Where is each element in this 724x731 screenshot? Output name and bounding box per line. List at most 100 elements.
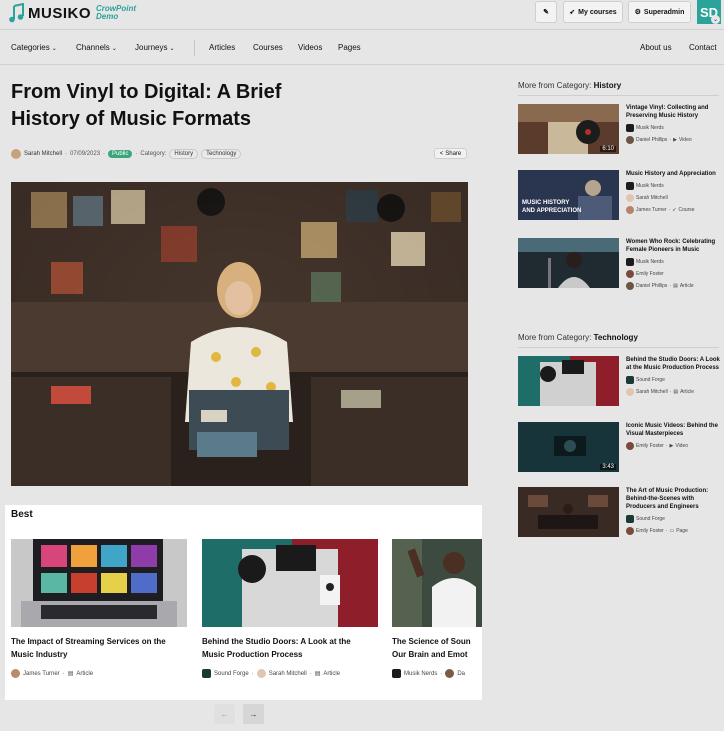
channel-name[interactable]: Musik Nerds [636,125,664,131]
nav-courses[interactable]: Courses [253,43,283,52]
author-name[interactable]: James Turner [23,671,60,677]
best-card[interactable]: Behind the Studio Doors: A Look at the M… [202,539,378,678]
hero-illustration [11,182,468,486]
sidebar-item[interactable]: 3:43 Iconic Music Videos: Behind the Vis… [518,422,720,474]
author-name[interactable]: Sarah Mitchell [636,195,668,201]
nav-categories[interactable]: Categories ⌄ [11,43,57,52]
nav-channels-label: Channels [76,43,110,52]
page-title: From Vinyl to Digital: A Brief History o… [11,81,282,130]
my-courses-button[interactable]: ➶ My courses [563,1,623,23]
content-type: Page [676,528,688,534]
sidebar-item-title[interactable]: Music History and Appreciation [626,170,720,178]
brand-logo[interactable]: MUSIKO CrowPoint Demo [9,3,136,23]
nav-journeys[interactable]: Journeys ⌄ [135,43,175,52]
author-name[interactable]: James Turner [636,207,667,213]
tag-technology[interactable]: Technology [201,149,242,159]
author-name[interactable]: Sarah Mitchell [636,389,668,395]
author-row: Daniel Phillips · ▤ Article [626,282,720,290]
card-thumbnail[interactable] [202,539,378,627]
heading-category[interactable]: History [594,81,622,90]
best-card[interactable]: The Science of Soun Our Brain and Emot M… [392,539,482,678]
sidebar-thumbnail[interactable] [518,487,619,537]
separator: · [669,283,672,289]
nav-contact[interactable]: Contact [689,43,717,52]
status-badge: Public [108,150,133,158]
channel-name[interactable]: Sound Forge [214,671,249,677]
channel-row: Musik Nerds [626,124,720,132]
heading-category[interactable]: Technology [594,333,638,342]
avatar-chevron-icon[interactable]: ⌄ [711,15,720,24]
sidebar-item-title[interactable]: Women Who Rock: Celebrating Female Pione… [626,238,720,254]
main-nav: Categories ⌄ Channels ⌄ Journeys ⌄ Articles… [0,31,724,65]
author-name[interactable]: Emily Foster [636,528,664,534]
nav-divider [194,40,195,56]
separator: · [65,151,68,157]
sidebar-thumbnail[interactable] [518,238,619,288]
superadmin-button[interactable]: ⚙ Superadmin [628,1,691,23]
card-title-line1: Behind the Studio Doors: A Look at the [202,637,351,646]
video-duration: 3:43 [600,464,616,470]
tag-history[interactable]: History [169,149,199,159]
sidebar-item[interactable]: 6:10 Vintage Vinyl: Collecting and Prese… [518,104,720,156]
sidebar-item-title[interactable]: Vintage Vinyl: Collecting and Preserving… [626,104,720,120]
next-button[interactable]: → [243,704,264,724]
sidebar-item[interactable]: MUSIC HISTORY AND APPRECIATION Music His… [518,170,720,222]
channel-name[interactable]: Sound Forge [636,377,665,383]
separator: · [62,670,65,677]
sidebar-thumbnail[interactable] [518,356,619,406]
author-row: James Turner · ➶ Course [626,206,720,214]
sidebar-thumbnail[interactable]: 3:43 [518,422,619,472]
divider [518,95,719,96]
nav-pages[interactable]: Pages [338,43,361,52]
author-row: Sarah Mitchell [626,194,720,202]
sidebar-item-title[interactable]: Behind the Studio Doors: A Look at the M… [626,356,720,372]
card-title-line2: Music Industry [11,650,68,659]
author-name[interactable]: Emily Foster [636,271,664,277]
nav-channels[interactable]: Channels ⌄ [76,43,117,52]
article-icon: ▤ [673,389,679,395]
sidebar-item-title[interactable]: Iconic Music Videos: Behind the Visual M… [626,422,720,438]
author-name[interactable]: Daniel Phillips [636,283,667,289]
nav-articles[interactable]: Articles [209,43,235,52]
nav-videos[interactable]: Videos [298,43,322,52]
card-title-line2: Music Production Process [202,650,303,659]
sidebar-item[interactable]: Women Who Rock: Celebrating Female Pione… [518,238,720,290]
channel-row: Musik Nerds [626,182,720,190]
channel-logo [626,515,634,523]
author-row: Emily Foster · ▶ Video [626,442,720,450]
card-title[interactable]: Behind the Studio Doors: A Look at the M… [202,635,378,661]
sidebar-item-title[interactable]: The Art of Music Production: Behind-the-… [626,487,720,511]
author-name[interactable]: Sarah Mitchell [24,151,62,157]
channel-name[interactable]: Musik Nerds [404,671,437,677]
channel-row: Sound Forge [626,376,720,384]
card-title[interactable]: The Science of Soun Our Brain and Emot [392,635,482,661]
channel-name[interactable]: Sound Forge [636,516,665,522]
separator: · [665,528,668,534]
card-thumbnail[interactable] [392,539,482,627]
content-type: Article [679,283,694,289]
channel-name[interactable]: Musik Nerds [636,259,664,265]
best-section: Best The Impact of Streaming Services on… [5,505,482,700]
separator: · [669,389,672,395]
channel-name[interactable]: Musik Nerds [636,183,664,189]
sidebar-thumbnail[interactable]: 6:10 [518,104,619,154]
author-name[interactable]: Daniel Phillips [636,137,667,143]
author-name[interactable]: Sarah Mitchell [269,671,307,677]
best-card[interactable]: The Impact of Streaming Services on the … [11,539,187,678]
laptop-streaming-image [11,539,187,627]
author-name[interactable]: Emily Foster [636,443,664,449]
sidebar-item[interactable]: The Art of Music Production: Behind-the-… [518,487,720,539]
nav-about[interactable]: About us [640,43,672,52]
avatar [11,149,21,159]
prev-button[interactable]: ← [214,704,235,724]
top-bar: MUSIKO CrowPoint Demo ✎ ➶ My courses ⚙ S… [0,0,724,30]
singer-image [392,539,482,627]
sidebar-item[interactable]: Behind the Studio Doors: A Look at the M… [518,356,720,408]
card-title[interactable]: The Impact of Streaming Services on the … [11,635,187,661]
author-name[interactable]: Da [457,671,465,677]
channel-logo [626,182,634,190]
edit-button[interactable]: ✎ [535,1,557,23]
sidebar-thumbnail[interactable]: MUSIC HISTORY AND APPRECIATION [518,170,619,220]
card-thumbnail[interactable] [11,539,187,627]
share-button[interactable]: < Share [434,148,467,159]
